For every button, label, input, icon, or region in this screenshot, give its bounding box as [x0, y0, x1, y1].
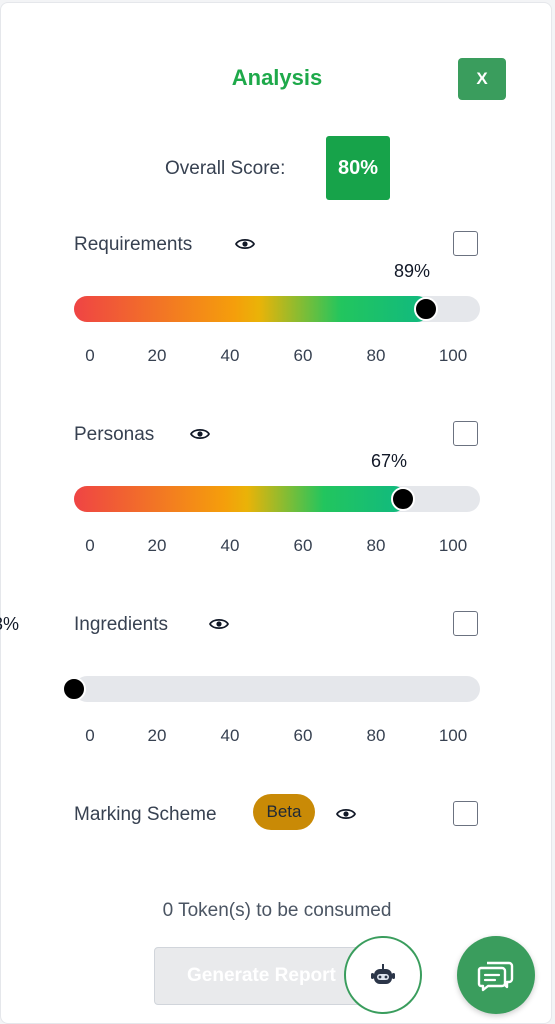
tick-label: 40: [220, 536, 240, 555]
score-slider-fill: [74, 296, 430, 322]
tick-label: 20: [147, 536, 167, 555]
percent-label: 89%: [393, 261, 430, 281]
score-slider-thumb[interactable]: [62, 677, 86, 701]
ingredients-checkbox[interactable]: [453, 611, 478, 636]
score-slider-thumb[interactable]: [391, 487, 416, 511]
percent-label: 67%: [371, 451, 408, 471]
section-requirements: Requirements 89% 0 20 40 60 80 100: [1, 231, 553, 374]
tick-label: 100: [438, 536, 468, 555]
personas-checkbox[interactable]: [453, 421, 478, 446]
tick-label: 60: [293, 726, 313, 745]
tick-label: 20: [147, 726, 167, 745]
score-slider-fill: [74, 486, 408, 512]
overall-score-badge: 80%: [326, 136, 390, 200]
tokens-text: 0 Token(s) to be consumed: [162, 900, 392, 921]
analysis-panel: Analysis X Overall Score: 80% Requiremen…: [0, 2, 552, 1024]
score-slider-track: [74, 486, 480, 512]
tick-label: 100: [438, 346, 468, 365]
section-label: Marking Scheme: [74, 804, 217, 825]
percent-label: 83%: [0, 614, 20, 634]
tick-label: 60: [293, 536, 313, 555]
chat-button[interactable]: [457, 936, 535, 1014]
section-ingredients: Ingredients 83% 0 20 40 60 80 100: [0, 611, 553, 754]
tick-label: 0: [85, 346, 95, 365]
score-slider-track: [74, 296, 480, 322]
score-slider-thumb[interactable]: [413, 297, 438, 321]
chat-icon: [477, 961, 514, 992]
section-label: Personas: [74, 424, 155, 445]
tick-label: 0: [85, 726, 95, 745]
tick-label: 80: [366, 346, 386, 365]
close-button[interactable]: X: [458, 58, 506, 100]
section-label: Requirements: [74, 234, 193, 255]
score-slider-track: [62, 676, 480, 702]
overall-score-label: Overall Score:: [165, 158, 286, 179]
eye-icon[interactable]: [209, 617, 229, 631]
requirements-checkbox[interactable]: [453, 231, 478, 256]
section-marking-scheme: Marking Scheme Beta: [1, 794, 553, 834]
tick-label: 100: [438, 726, 468, 745]
tick-label: 60: [293, 346, 313, 365]
robot-icon: [371, 964, 395, 984]
tick-label: 80: [366, 536, 386, 555]
beta-badge: Beta: [253, 794, 315, 830]
section-label: Ingredients: [74, 614, 169, 635]
robot-assistant-button[interactable]: [344, 936, 422, 1014]
tick-label: 20: [147, 346, 167, 365]
tick-label: 80: [366, 726, 386, 745]
eye-icon[interactable]: [190, 427, 210, 441]
eye-icon[interactable]: [235, 237, 255, 251]
section-personas: Personas 67% 0 20 40 60 80 100: [1, 421, 553, 564]
tick-label: 40: [220, 346, 240, 365]
tick-label: 0: [85, 536, 95, 555]
tick-label: 40: [220, 726, 240, 745]
marking-scheme-checkbox[interactable]: [453, 801, 478, 826]
eye-icon[interactable]: [336, 807, 356, 821]
